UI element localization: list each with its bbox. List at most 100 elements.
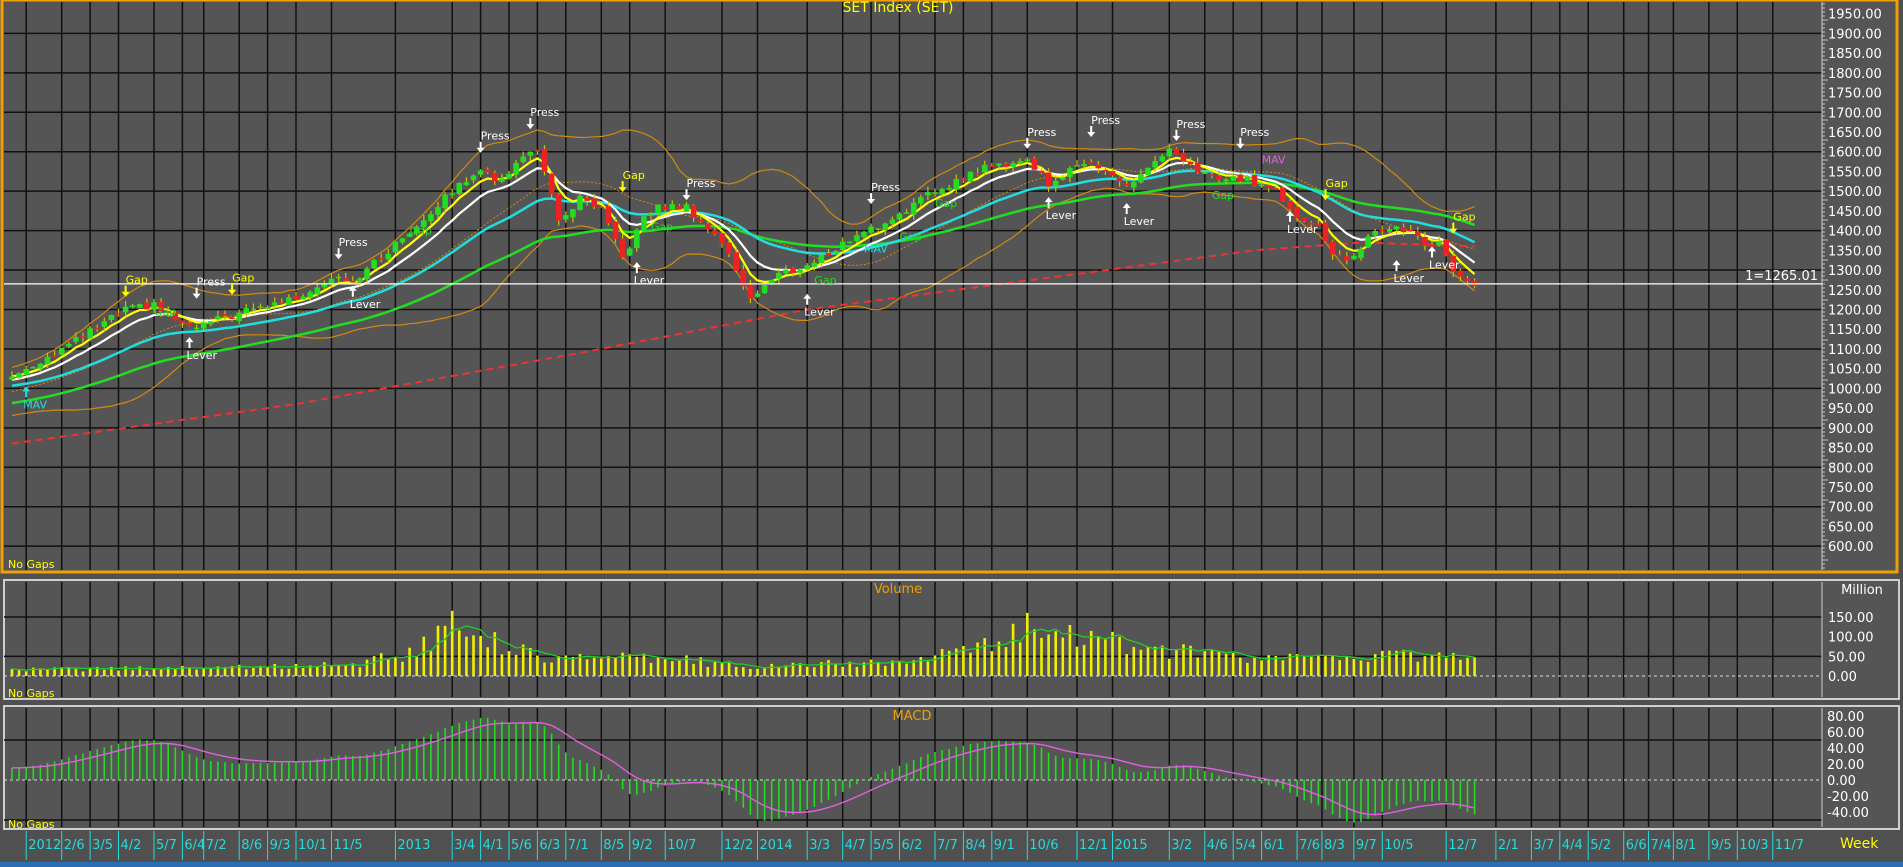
volume-bar (472, 635, 475, 676)
candle-body (598, 206, 605, 209)
date-label: 9/3 (270, 838, 291, 853)
candle-body (1187, 161, 1194, 165)
volume-bar (514, 654, 518, 676)
macd-tick-label: 60.00 (1827, 726, 1864, 741)
candle-body (541, 149, 548, 172)
volume-bar (429, 650, 433, 676)
volume-bar (614, 656, 617, 676)
volume-bar (273, 663, 276, 676)
volume-bar (1239, 657, 1242, 676)
annotation-label: Press (1091, 114, 1120, 127)
candle-body (1067, 168, 1073, 177)
candle-body (122, 306, 129, 313)
price-tick-label: 1400.00 (1828, 225, 1882, 240)
candle-body (634, 229, 640, 248)
volume-bar (1423, 656, 1427, 676)
volume-bar (1189, 645, 1192, 676)
volume-bar (1359, 660, 1363, 676)
volume-bar (543, 662, 546, 676)
volume-bar (990, 651, 994, 676)
stock-chart[interactable]: MAV Gap Gap Lever Press Gap Press Lever Gap Press… (0, 0, 1903, 867)
volume-bar (1366, 661, 1370, 676)
volume-bar (1295, 654, 1299, 676)
volume-bar (756, 668, 759, 676)
candle-body (271, 302, 278, 306)
volume-bar (642, 653, 646, 676)
reference-line-label: 1=1265.01 (1745, 269, 1818, 284)
candle-body (314, 287, 321, 295)
volume-bar (500, 654, 504, 676)
date-label: 2015 (1115, 838, 1148, 853)
date-label: 8/4 (965, 838, 986, 853)
main-panel[interactable] (0, 0, 1899, 574)
candle-body (137, 304, 143, 308)
candle-body (1273, 188, 1279, 190)
candle-body (690, 205, 697, 218)
candle-body (1003, 163, 1009, 167)
candle-body (889, 219, 896, 225)
candle-body (1060, 177, 1066, 180)
volume-bar (770, 663, 773, 676)
candle-body (115, 313, 122, 315)
candle-body (1031, 158, 1038, 170)
candle-body (1457, 270, 1464, 277)
candle-body (1095, 164, 1102, 169)
volume-bar (940, 648, 944, 676)
volume-bar (1097, 636, 1100, 676)
candle-body (1102, 169, 1109, 172)
annotation-label: Lever (1124, 215, 1155, 228)
candle-body (1400, 227, 1407, 233)
volume-bar (1175, 649, 1178, 676)
price-tick-label: 1950.00 (1828, 8, 1882, 23)
candle-body (1365, 236, 1371, 248)
date-label: 5/5 (873, 838, 894, 853)
volume-bar (1004, 647, 1008, 676)
date-label: 12/7 (1448, 838, 1477, 853)
candle-body (200, 322, 207, 329)
annotation-label: Lever (1429, 258, 1460, 271)
chart-title: SET Index (SET) (843, 0, 954, 16)
candle-body (939, 188, 945, 195)
volume-bar (805, 666, 809, 676)
volume-bar (763, 667, 766, 676)
date-label: 6/3 (539, 838, 560, 853)
price-tick-label: 650.00 (1828, 520, 1874, 535)
volume-tick-label: 0.00 (1828, 670, 1857, 685)
volume-bar (1402, 649, 1405, 676)
annotation-label: Gap (1212, 189, 1234, 202)
candle-body (250, 308, 257, 311)
candle-body (392, 241, 399, 253)
volume-bar (1246, 662, 1249, 676)
volume-bar (536, 655, 539, 676)
date-label: 8/6 (241, 838, 262, 853)
volume-bar (81, 671, 85, 676)
candle-body (328, 278, 335, 284)
volume-bar (969, 652, 972, 676)
candle-body (51, 355, 58, 357)
candle-body (655, 204, 661, 214)
candle-body (58, 348, 65, 355)
candle-body (243, 308, 250, 314)
candle-body (903, 212, 910, 214)
candle-body (1180, 152, 1187, 162)
candle-body (80, 336, 86, 338)
annotation-label: Gap (1326, 177, 1348, 190)
period-label[interactable]: Week (1840, 836, 1879, 852)
volume-bar (1324, 655, 1327, 676)
candle-body (1024, 159, 1031, 161)
annotation-label: Press (197, 276, 226, 289)
candle-body (1407, 229, 1414, 232)
volume-bar (649, 662, 653, 676)
date-label: 6/1 (1264, 838, 1285, 853)
volume-panel[interactable] (3, 579, 1900, 700)
candle-body (761, 284, 768, 294)
price-tick-label: 1500.00 (1828, 185, 1882, 200)
candle-body (1131, 181, 1137, 188)
candle-body (1422, 237, 1428, 246)
candle-body (1166, 148, 1173, 157)
volume-bar (720, 663, 724, 676)
candle-body (570, 209, 576, 218)
price-tick-label: 1350.00 (1828, 244, 1882, 259)
candle-body (87, 328, 93, 339)
candle-body (527, 151, 534, 156)
